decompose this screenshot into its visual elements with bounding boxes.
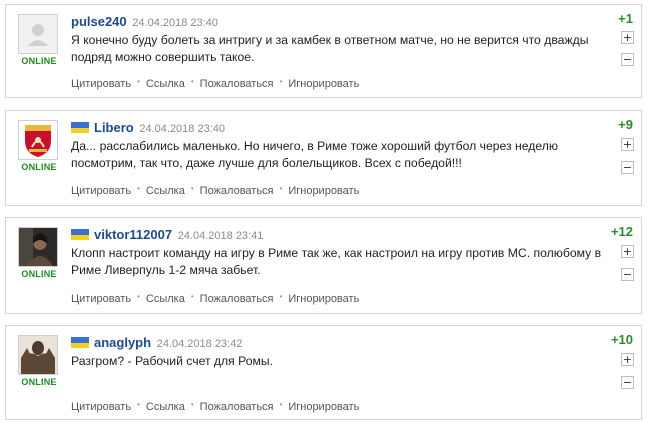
separator-dot: •	[190, 400, 194, 409]
separator-dot: •	[137, 292, 140, 301]
comment-actions: Цитировать • Ссылка • Пожаловаться • Игнориров…	[71, 184, 359, 197]
downvote-button[interactable]: −	[621, 161, 634, 174]
separator-dot: •	[190, 77, 194, 86]
avatar-block: ONLINE	[18, 335, 60, 387]
separator-dot: •	[279, 184, 283, 193]
person-photo-icon	[19, 336, 57, 374]
comment-actions: Цитировать • Ссылка • Пожаловаться • Игнориров…	[71, 292, 359, 305]
online-status: ONLINE	[21, 377, 57, 387]
comment-actions: Цитировать • Ссылка • Пожаловаться • Игнориров…	[71, 77, 359, 90]
avatar[interactable]	[18, 14, 58, 54]
rating-score: +9	[618, 117, 633, 132]
liverpool-crest-icon	[19, 121, 57, 159]
comment-date: 24.04.2018 23:42	[156, 338, 243, 350]
online-status: ONLINE	[21, 269, 57, 279]
upvote-button[interactable]: +	[621, 31, 634, 44]
report-link[interactable]: Пожаловаться	[200, 185, 274, 197]
default-user-icon	[19, 15, 57, 53]
avatar-block: ONLINE	[18, 120, 60, 172]
comment-text: Разгром? - Рабочий счет для Ромы.	[71, 354, 274, 368]
comment-header: anaglyph 24.04.2018 23:42	[71, 335, 242, 350]
quote-link[interactable]: Цитировать	[71, 78, 131, 90]
report-link[interactable]: Пожаловаться	[200, 293, 274, 305]
ignore-link[interactable]: Игнорировать	[288, 293, 359, 305]
permalink-link[interactable]: Ссылка	[146, 185, 185, 197]
separator-dot: •	[279, 77, 283, 86]
comment-text: Да... расслабились маленько. Но ничего, …	[71, 139, 558, 170]
downvote-button[interactable]: −	[621, 376, 634, 389]
upvote-button[interactable]: +	[621, 353, 634, 366]
avatar[interactable]	[18, 120, 58, 160]
permalink-link[interactable]: Ссылка	[146, 401, 185, 413]
comment-actions: Цитировать • Ссылка • Пожаловаться • Игнориров…	[71, 400, 359, 413]
ignore-link[interactable]: Игнорировать	[288, 401, 359, 413]
username-link[interactable]: anaglyph	[94, 335, 151, 350]
report-link[interactable]: Пожаловаться	[200, 401, 274, 413]
avatar-block: ONLINE	[18, 227, 60, 279]
quote-link[interactable]: Цитировать	[71, 185, 131, 197]
person-photo-icon	[19, 228, 57, 266]
username-link[interactable]: viktor112007	[94, 227, 172, 242]
comment-header: Libero 24.04.2018 23:40	[71, 120, 225, 135]
comment-card: ONLINE Libero 24.04.2018 23:40 Да... рас…	[5, 110, 642, 206]
avatar[interactable]	[18, 227, 58, 267]
separator-dot: •	[137, 77, 140, 86]
comment-text: Клопп настроит команду на игру в Риме та…	[71, 246, 602, 277]
username-link[interactable]: Libero	[94, 120, 134, 135]
comment-card: ONLINE anaglyph 24.04.2018 23:42 Разгром…	[5, 325, 642, 420]
ukraine-flag-icon	[71, 337, 89, 348]
comment-date: 24.04.2018 23:41	[177, 230, 264, 242]
ignore-link[interactable]: Игнорировать	[288, 78, 359, 90]
comment-text: Я конечно буду болеть за интригу и за ка…	[71, 33, 589, 64]
avatar-block: ONLINE	[18, 14, 60, 66]
separator-dot: •	[190, 292, 194, 301]
separator-dot: •	[137, 400, 140, 409]
upvote-button[interactable]: +	[621, 138, 634, 151]
comment-date: 24.04.2018 23:40	[132, 17, 218, 29]
quote-link[interactable]: Цитировать	[71, 401, 131, 413]
rating-score: +1	[618, 11, 633, 26]
separator-dot: •	[137, 184, 140, 193]
ignore-link[interactable]: Игнорировать	[288, 185, 359, 197]
ukraine-flag-icon	[71, 229, 89, 240]
rating-score: +10	[610, 332, 633, 347]
username-link[interactable]: pulse240	[71, 14, 127, 29]
comment-card: ONLINE viktor112007 24.04.2018 23:41 Кло…	[5, 217, 642, 314]
separator-dot: •	[190, 184, 194, 193]
comment-header: viktor112007 24.04.2018 23:41	[71, 227, 263, 242]
downvote-button[interactable]: −	[621, 53, 634, 66]
online-status: ONLINE	[21, 162, 57, 172]
permalink-link[interactable]: Ссылка	[146, 293, 185, 305]
quote-link[interactable]: Цитировать	[71, 293, 131, 305]
online-status: ONLINE	[21, 56, 57, 66]
avatar[interactable]	[18, 335, 58, 375]
separator-dot: •	[279, 292, 283, 301]
comment-card: ONLINE pulse240 24.04.2018 23:40 Я конеч…	[5, 4, 642, 98]
ukraine-flag-icon	[71, 122, 89, 133]
comment-header: pulse240 24.04.2018 23:40	[71, 14, 218, 29]
permalink-link[interactable]: Ссылка	[146, 78, 185, 90]
comment-date: 24.04.2018 23:40	[139, 123, 225, 135]
rating-score: +12	[610, 224, 633, 239]
report-link[interactable]: Пожаловаться	[200, 78, 274, 90]
upvote-button[interactable]: +	[621, 245, 634, 258]
downvote-button[interactable]: −	[621, 268, 634, 281]
separator-dot: •	[279, 400, 283, 409]
